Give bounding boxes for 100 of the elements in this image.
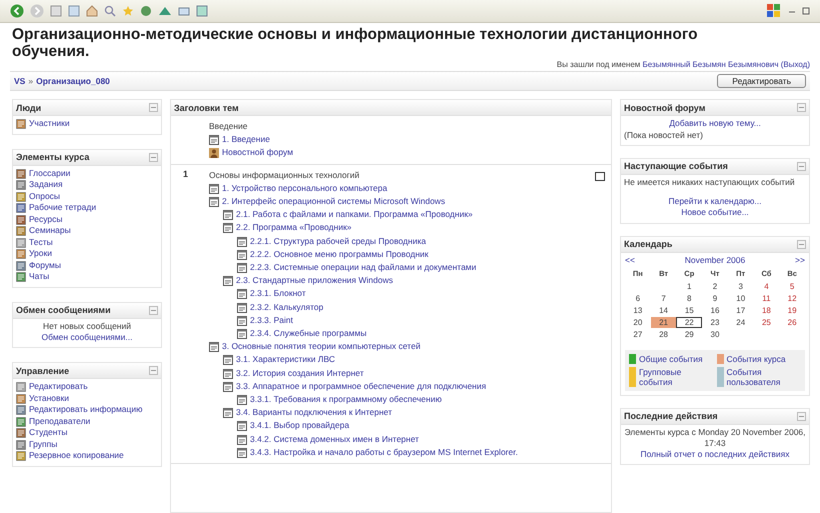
calendar-day[interactable]: 16 [702, 304, 728, 316]
calendar-day[interactable]: 25 [754, 316, 780, 328]
calendar-day[interactable]: 5 [779, 280, 805, 292]
calendar-day[interactable]: 11 [754, 292, 780, 304]
block-link[interactable]: Установки [16, 392, 158, 404]
resource-link[interactable]: 3.1. Характеристики ЛВС [209, 353, 595, 367]
block-link[interactable]: Задания [16, 179, 158, 190]
calendar-day[interactable]: 10 [728, 292, 754, 304]
block-link[interactable]: Глоссарии [16, 168, 158, 179]
edit-button[interactable]: Редактировать [717, 74, 806, 88]
calendar-day[interactable]: 15 [676, 304, 702, 316]
calendar-day[interactable]: 19 [779, 304, 805, 316]
block-text: (Пока новостей нет) [624, 130, 704, 140]
section-number: 1 [182, 168, 190, 181]
calendar-day[interactable]: 14 [650, 304, 676, 316]
block-text: Нет новых сообщений [43, 320, 131, 332]
block-link[interactable]: Рабочие тетради [16, 202, 158, 214]
block-title: Последние действия [624, 411, 718, 421]
legend-link[interactable]: Групповые события [639, 366, 714, 386]
legend-link[interactable]: События курса [726, 354, 786, 364]
block-link[interactable]: Обмен сообщениями... [42, 332, 132, 343]
block-title: Наступающие события [624, 161, 728, 171]
block-link[interactable]: Группы [16, 438, 158, 450]
calendar-day[interactable]: 26 [779, 316, 805, 328]
resource-link[interactable]: 1. Введение [209, 133, 605, 146]
block-link[interactable]: Ресурсы [16, 214, 158, 225]
resource-link[interactable]: 2.3.1. Блокнот [209, 287, 595, 301]
calendar-day[interactable]: 20 [625, 316, 651, 328]
calendar-day[interactable]: 9 [702, 292, 728, 304]
calendar-day[interactable]: 3 [728, 280, 754, 292]
resource-link[interactable]: 2.2.2. Основное меню программы Проводник [209, 248, 595, 262]
section-summary: Основы информационных технологий [209, 168, 360, 182]
calendar-day[interactable]: 4 [754, 280, 780, 292]
report-link[interactable]: Полный отчет о последних действиях [640, 448, 790, 460]
block-title: Обмен сообщениями [16, 305, 111, 315]
breadcrumb-link[interactable]: Организацио_080 [36, 76, 110, 86]
resource-link[interactable]: 3. Основные понятия теории компьютерных сетей [209, 340, 595, 354]
legend-link[interactable]: События пользователя [726, 366, 801, 386]
course-title: Организационно-методические основы и информационные технологии дистанционного обучения. [12, 26, 699, 60]
block-link[interactable]: Семинары [16, 225, 158, 236]
block-link[interactable]: Преподаватели [16, 416, 158, 427]
resource-link[interactable]: 2. Интерфейс операционной системы Microsoft Windows [209, 195, 595, 208]
month-link[interactable]: November 2006 [684, 254, 746, 264]
block-title: Календарь [624, 239, 672, 249]
block-link[interactable]: Уроки [16, 248, 158, 260]
calendar-link[interactable]: Новое событие... [681, 207, 749, 218]
calendar-day[interactable]: 27 [625, 328, 651, 340]
block-link[interactable]: Участники [16, 118, 158, 130]
resource-link[interactable]: 2.2.3. Системные операции над файлами и документами [209, 261, 595, 274]
calendar-day[interactable]: 17 [728, 304, 754, 316]
resource-link[interactable]: 2.3.4. Служебные программы [209, 327, 595, 340]
calendar-day[interactable]: 8 [676, 292, 702, 304]
block-link[interactable]: Редактировать информацию [16, 404, 158, 416]
resource-link[interactable]: 3.4.2. Система доменных имен в Интернет [209, 432, 595, 446]
calendar-day[interactable]: 29 [676, 328, 702, 340]
block-link[interactable]: Опросы [16, 190, 158, 202]
resource-link[interactable]: Новостной форум [209, 146, 605, 160]
block-link[interactable]: Форумы [16, 260, 158, 271]
block-link[interactable]: Редактировать [16, 381, 158, 392]
resource-link[interactable]: 3.3.1. Требования к программному обеспечению [209, 393, 595, 406]
next-month-link[interactable]: >> [795, 254, 805, 264]
calendar-day[interactable]: 13 [625, 304, 651, 316]
block-text: Элементы курса с Monday 20 November 2006, 17:43 [624, 426, 806, 448]
resource-link[interactable]: 2.1. Работа с файлами и папками. Программа «Проводник» [209, 208, 595, 222]
calendar-link[interactable]: Перейти к календарю... [668, 196, 762, 207]
previous-month-link[interactable]: << [625, 254, 635, 264]
block-title: Управление [16, 366, 70, 376]
calendar-day[interactable]: 23 [702, 316, 728, 328]
logout-link[interactable]: (Выход) [780, 60, 810, 69]
user-link[interactable]: Безымянный Безымян Безымянович [642, 60, 778, 69]
resource-link[interactable]: 2.2.1. Структура рабочей среды Проводника [209, 234, 595, 248]
calendar-day[interactable]: 12 [779, 292, 805, 304]
resource-link[interactable]: 1. Устройство персонального компьютера [209, 182, 595, 196]
calendar-day[interactable]: 24 [728, 316, 754, 328]
calendar-day[interactable]: 7 [650, 292, 676, 304]
resource-link[interactable]: 2.2. Программа «Проводник» [209, 221, 595, 235]
calendar-day[interactable]: 21 [650, 316, 676, 328]
resource-link[interactable]: 2.3.3. Paint [209, 314, 595, 328]
resource-link[interactable]: 2.3. Стандартные приложения Windows [209, 274, 595, 288]
calendar-day[interactable]: 30 [702, 328, 728, 340]
resource-link[interactable]: 3.4. Варианты подключения к Интернет [209, 406, 595, 420]
section-summary: Введение [209, 120, 248, 133]
calendar-day[interactable]: 6 [625, 292, 651, 304]
calendar-day[interactable]: 1 [676, 280, 702, 292]
resource-link[interactable]: 3.3. Аппаратное и программное обеспечение для подключения [209, 380, 595, 394]
block-link[interactable]: Чаты [16, 271, 158, 282]
calendar-day[interactable]: 22 [676, 316, 702, 328]
calendar-day[interactable]: 2 [702, 280, 728, 292]
resource-link[interactable]: 3.4.1. Выбор провайдера [209, 419, 595, 433]
block-link[interactable]: Резервное копирование [16, 450, 158, 462]
legend-link[interactable]: Общие события [639, 354, 703, 364]
breadcrumb-link[interactable]: VS [14, 76, 26, 86]
resource-link[interactable]: 3.4.3. Настройка и начало работы с браузером MS Internet Explorer. [209, 446, 595, 460]
calendar-day[interactable]: 28 [650, 328, 676, 340]
resource-link[interactable]: 3.2. История создания Интернет [209, 366, 595, 380]
resource-link[interactable]: 2.3.2. Калькулятор [209, 300, 595, 314]
block-link[interactable]: Тесты [16, 236, 158, 248]
calendar-day[interactable]: 18 [754, 304, 780, 316]
block-link[interactable]: Студенты [16, 427, 158, 438]
add-topic-link[interactable]: Добавить новую тему... [669, 118, 761, 130]
